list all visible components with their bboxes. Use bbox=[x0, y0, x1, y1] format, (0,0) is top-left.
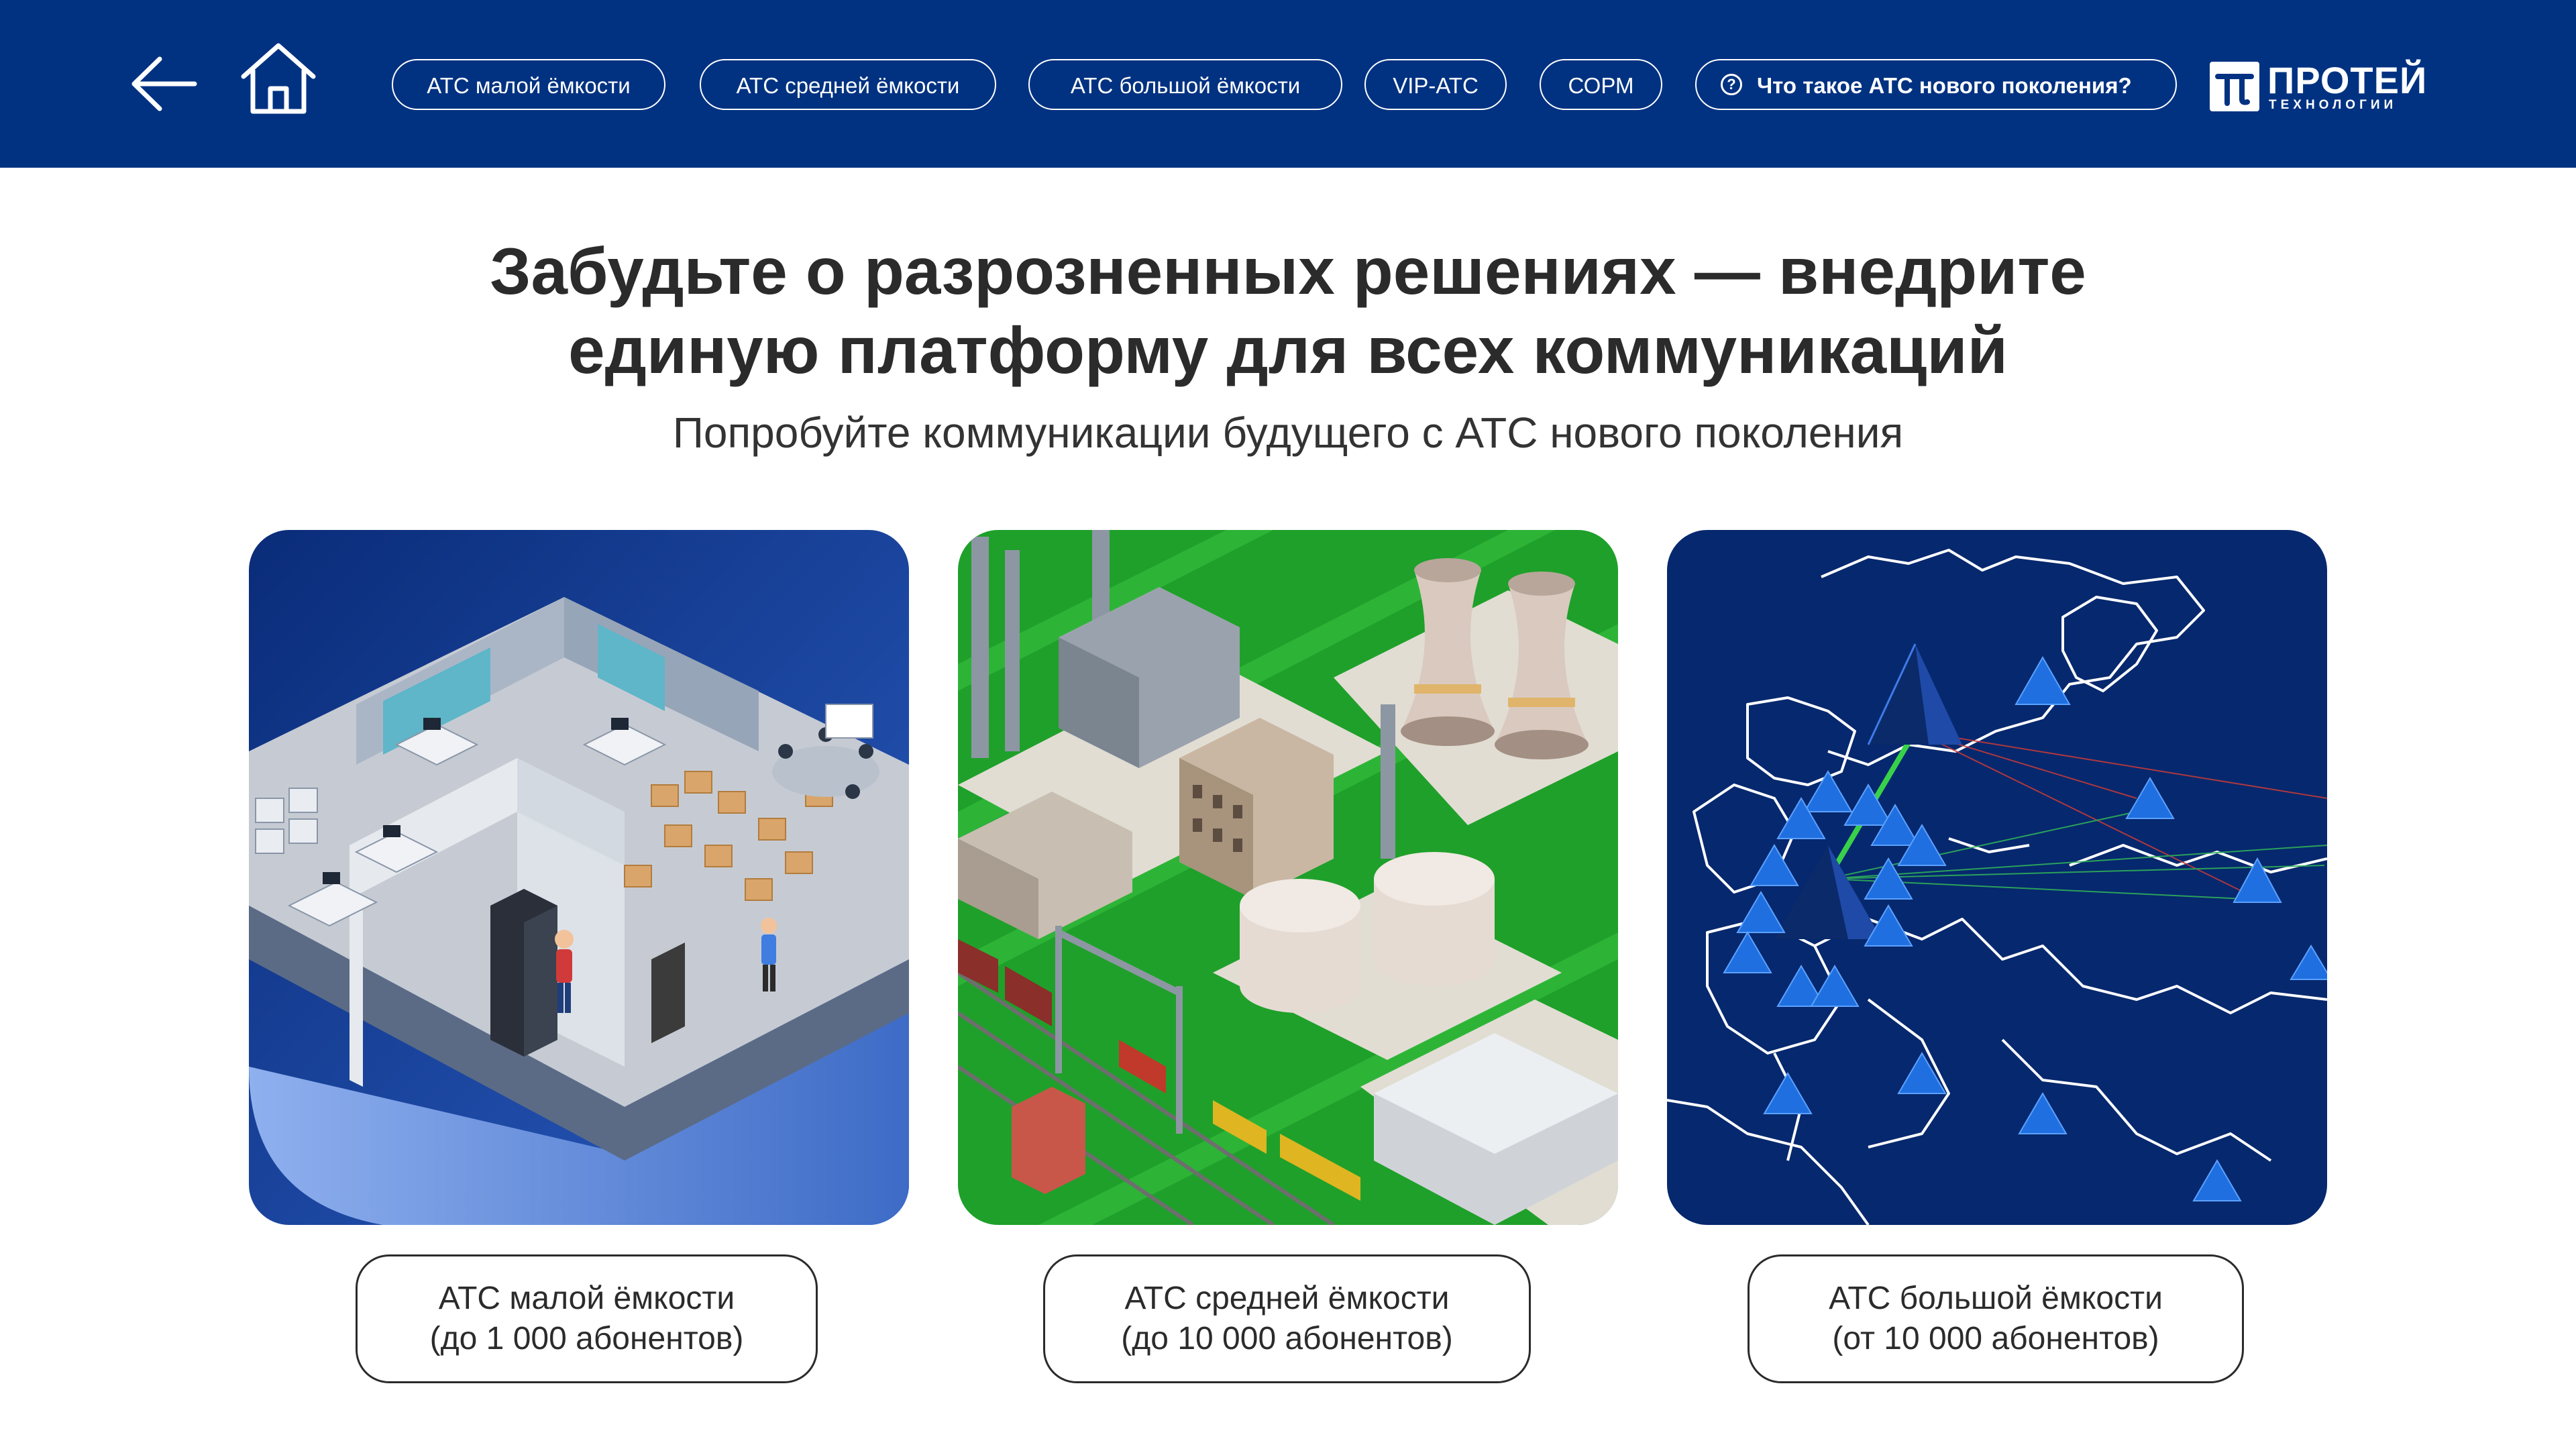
page-subtitle: Попробуйте коммуникации будущего с АТС н… bbox=[672, 409, 1904, 457]
nav-pill-large-pbx[interactable]: АТС большой ёмкости bbox=[1028, 59, 1342, 110]
logo-subtitle: ТЕХНОЛОГИИ bbox=[2269, 98, 2398, 112]
nav-pill-what-is-ngn-pbx[interactable]: ? Что такое АТС нового поколения? bbox=[1695, 59, 2177, 110]
page-title: Забудьте о разрозненных решениях — внедр… bbox=[0, 231, 2576, 390]
card-large-pbx-network-map-illustration[interactable] bbox=[1667, 530, 2327, 1225]
protei-logo[interactable]: ПРОТЕЙ ТЕХНОЛОГИИ bbox=[2208, 60, 2426, 114]
top-navigation-bar: АТС малой ёмкости АТС средней ёмкости АТ… bbox=[0, 0, 2576, 168]
caption-large-pbx-title: АТС большой ёмкости bbox=[1829, 1281, 2163, 1316]
caption-small-pbx-capacity: (до 1 000 абонентов) bbox=[429, 1321, 744, 1356]
caption-large-pbx-capacity: (от 10 000 абонентов) bbox=[1832, 1321, 2159, 1356]
pi-logo-icon bbox=[2210, 62, 2259, 111]
caption-medium-pbx-button[interactable]: АТС средней ёмкости (до 10 000 абонентов… bbox=[1043, 1254, 1531, 1383]
home-icon[interactable] bbox=[238, 42, 319, 115]
caption-medium-pbx-title: АТС средней ёмкости bbox=[1124, 1281, 1450, 1316]
caption-large-pbx-button[interactable]: АТС большой ёмкости (от 10 000 абонентов… bbox=[1748, 1254, 2244, 1383]
nav-pill-vip-pbx[interactable]: VIP-АТС bbox=[1364, 59, 1507, 110]
caption-medium-pbx-capacity: (до 10 000 абонентов) bbox=[1121, 1321, 1453, 1356]
caption-small-pbx-title: АТС малой ёмкости bbox=[438, 1281, 735, 1316]
nav-pill-sorm[interactable]: СОРМ bbox=[1540, 59, 1662, 110]
nav-pill-small-pbx[interactable]: АТС малой ёмкости bbox=[392, 59, 665, 110]
card-small-pbx-office-illustration[interactable] bbox=[249, 530, 909, 1225]
caption-small-pbx-button[interactable]: АТС малой ёмкости (до 1 000 абонентов) bbox=[356, 1254, 818, 1383]
page-title-line-1: Забудьте о разрозненных решениях — внедр… bbox=[490, 234, 2086, 308]
nav-pill-medium-pbx[interactable]: АТС средней ёмкости bbox=[700, 59, 996, 110]
question-circle-icon: ? bbox=[1721, 74, 1742, 95]
back-arrow-icon[interactable] bbox=[127, 47, 201, 121]
page-title-line-2: единую платформу для всех коммуникаций bbox=[568, 313, 2008, 387]
logo-name: ПРОТЕЙ bbox=[2267, 59, 2428, 101]
card-medium-pbx-industrial-illustration[interactable] bbox=[958, 530, 1618, 1225]
help-pill-label: Что такое АТС нового поколения? bbox=[1757, 73, 2132, 98]
